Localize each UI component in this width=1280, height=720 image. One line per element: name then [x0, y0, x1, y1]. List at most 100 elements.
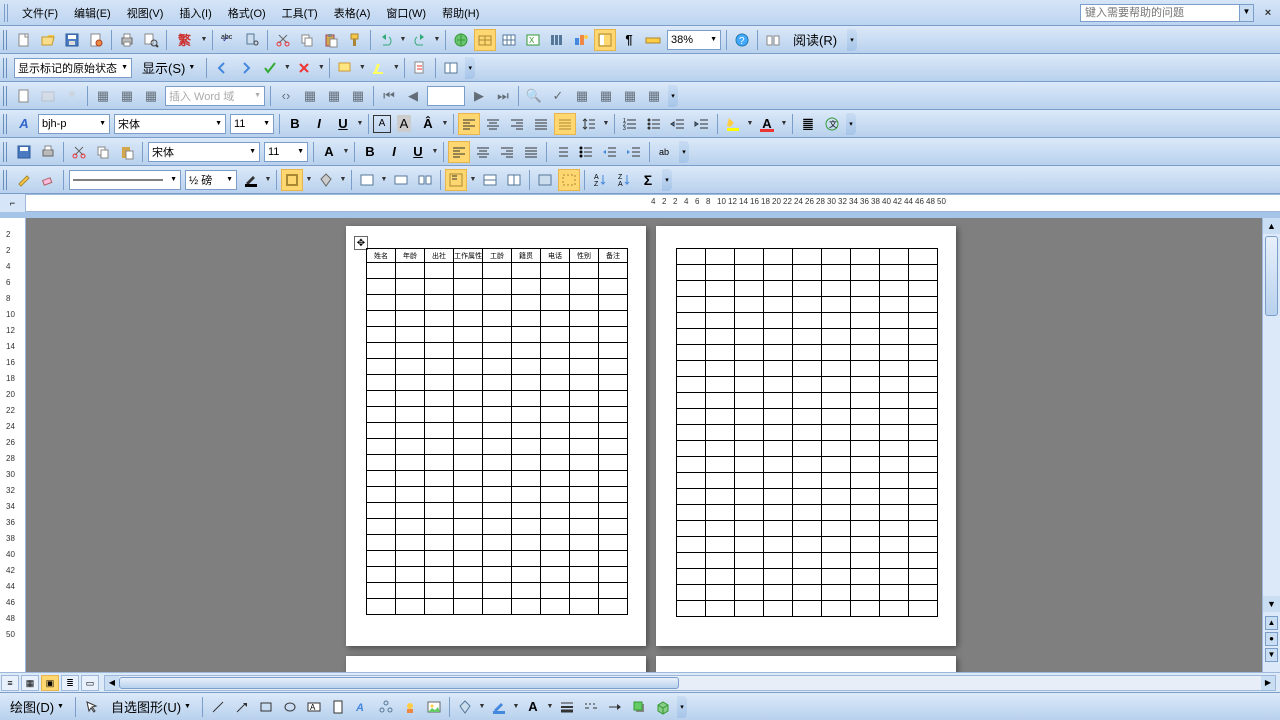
next-change-button[interactable]	[235, 57, 257, 79]
line-weight-combo[interactable]: ½ 磅▼	[185, 170, 237, 190]
font-color-button-3[interactable]: A	[522, 696, 544, 718]
normal-view-button[interactable]: ≡	[1, 675, 19, 691]
toolbar-options-icon[interactable]: ▾	[668, 85, 678, 107]
undo-button[interactable]	[375, 29, 397, 51]
scroll-left-icon[interactable]: ◀	[105, 676, 119, 690]
eraser-button[interactable]	[37, 169, 59, 191]
spellcheck-button[interactable]: ✓abc	[217, 29, 239, 51]
tables-borders-button[interactable]	[474, 29, 496, 51]
track-changes-button[interactable]	[409, 57, 431, 79]
shadow-button[interactable]	[628, 696, 650, 718]
print-view-button[interactable]: ▣	[41, 675, 59, 691]
wordart-button[interactable]: A	[351, 696, 373, 718]
align-distributed-button[interactable]	[554, 113, 576, 135]
rectangle-button[interactable]	[255, 696, 277, 718]
dropdown-icon[interactable]: ▼	[379, 169, 389, 191]
menu-format[interactable]: 格式(O)	[220, 2, 274, 24]
dropdown-icon[interactable]: ▼	[511, 696, 521, 718]
prev-page-button[interactable]: ▲	[1265, 616, 1278, 630]
dropdown-icon[interactable]: ▼	[199, 29, 209, 51]
3d-button[interactable]	[652, 696, 674, 718]
read-button[interactable]: 阅读(R)	[786, 29, 844, 51]
fontsize-combo-2[interactable]: 11▼	[264, 142, 308, 162]
oval-button[interactable]	[279, 696, 301, 718]
text-direction-button[interactable]: ab	[654, 141, 676, 163]
zoom-combo[interactable]: 38%▼	[667, 30, 721, 50]
research-button[interactable]	[241, 29, 263, 51]
textbox-button[interactable]: A	[303, 696, 325, 718]
dropdown-icon[interactable]: ▼	[341, 141, 351, 163]
split-cells-button[interactable]	[414, 169, 436, 191]
reviewing-pane-button[interactable]	[440, 57, 462, 79]
reading-view-button[interactable]: ▭	[81, 675, 99, 691]
select-objects-button[interactable]	[80, 696, 102, 718]
vertical-ruler[interactable]: 2246810121416182022242628303234363840424…	[0, 218, 26, 672]
toolbar-options-icon[interactable]: ▾	[677, 696, 687, 718]
dropdown-icon[interactable]: ▼	[355, 113, 365, 135]
new-button[interactable]	[13, 29, 35, 51]
menu-insert[interactable]: 插入(I)	[171, 2, 219, 24]
paste-button[interactable]	[116, 141, 138, 163]
select-browse-button[interactable]: ●	[1265, 632, 1278, 646]
hscroll-thumb[interactable]	[119, 677, 679, 689]
dropdown-icon[interactable]: ▼	[779, 113, 789, 135]
line-color-button[interactable]	[488, 696, 510, 718]
document-map-button[interactable]	[594, 29, 616, 51]
line-button[interactable]	[207, 696, 229, 718]
scroll-right-icon[interactable]: ▶	[1261, 676, 1275, 690]
char-shading-button[interactable]: A	[393, 113, 415, 135]
save-button[interactable]	[13, 141, 35, 163]
dropdown-icon[interactable]: ▼	[263, 169, 273, 191]
arrow-button[interactable]	[231, 696, 253, 718]
fill-color-button[interactable]	[454, 696, 476, 718]
sort-asc-button[interactable]: AZ	[589, 169, 611, 191]
dash-style-button[interactable]	[580, 696, 602, 718]
clipart-button[interactable]	[399, 696, 421, 718]
shading-color-button[interactable]	[315, 169, 337, 191]
help-button[interactable]: ?	[731, 29, 753, 51]
copy-button[interactable]	[296, 29, 318, 51]
bold-button-2[interactable]: B	[359, 141, 381, 163]
line-style-button[interactable]	[556, 696, 578, 718]
bold-button[interactable]: B	[284, 113, 306, 135]
print-button[interactable]	[37, 141, 59, 163]
tab-selector[interactable]: ⌐	[0, 194, 26, 212]
menu-table[interactable]: 表格(A)	[326, 2, 379, 24]
highlight-button[interactable]	[368, 57, 390, 79]
decrease-indent-button-2[interactable]	[599, 141, 621, 163]
dropdown-icon[interactable]: ▼	[545, 696, 555, 718]
numbering-button[interactable]: 123	[619, 113, 641, 135]
menu-view[interactable]: 视图(V)	[119, 2, 172, 24]
scroll-down-icon[interactable]: ▼	[1263, 596, 1280, 612]
help-dropdown-icon[interactable]: ▼	[1240, 4, 1254, 22]
autoshapes-menu[interactable]: 自选图形(U)▼	[104, 696, 198, 718]
font-combo-2[interactable]: 宋体▼	[148, 142, 260, 162]
font-combo[interactable]: 宋体▼	[114, 114, 226, 134]
dropdown-icon[interactable]: ▼	[398, 29, 408, 51]
increase-indent-button[interactable]	[691, 113, 713, 135]
dropdown-icon[interactable]: ▼	[468, 169, 478, 191]
align-center-button[interactable]	[482, 113, 504, 135]
open-button[interactable]	[37, 29, 59, 51]
dropdown-icon[interactable]: ▼	[440, 113, 450, 135]
dropdown-icon[interactable]: ▼	[282, 57, 292, 79]
dropdown-icon[interactable]: ▼	[601, 113, 611, 135]
bullets-button[interactable]	[643, 113, 665, 135]
phonetic-guide-button[interactable]: 文	[821, 113, 843, 135]
toolbar-options-icon[interactable]: ▾	[679, 141, 689, 163]
distribute-cols-button[interactable]	[503, 169, 525, 191]
toolbar-options-icon[interactable]: ▾	[465, 57, 475, 79]
char-border-button[interactable]: A	[373, 115, 391, 133]
toolbar-options-icon[interactable]: ▾	[662, 169, 672, 191]
columns-button[interactable]	[546, 29, 568, 51]
outside-border-button[interactable]	[281, 169, 303, 191]
align-right-button[interactable]	[506, 113, 528, 135]
insert-excel-button[interactable]: X	[522, 29, 544, 51]
diagram-button[interactable]	[375, 696, 397, 718]
document-table-1[interactable]: 姓名年龄出社工作属性工龄籍贯电话性别备注	[366, 248, 628, 615]
menu-window[interactable]: 窗口(W)	[378, 2, 434, 24]
dropdown-icon[interactable]: ▼	[357, 57, 367, 79]
redo-button[interactable]	[409, 29, 431, 51]
ruler-button[interactable]	[642, 29, 664, 51]
show-menu[interactable]: 显示(S)▼	[135, 57, 202, 79]
